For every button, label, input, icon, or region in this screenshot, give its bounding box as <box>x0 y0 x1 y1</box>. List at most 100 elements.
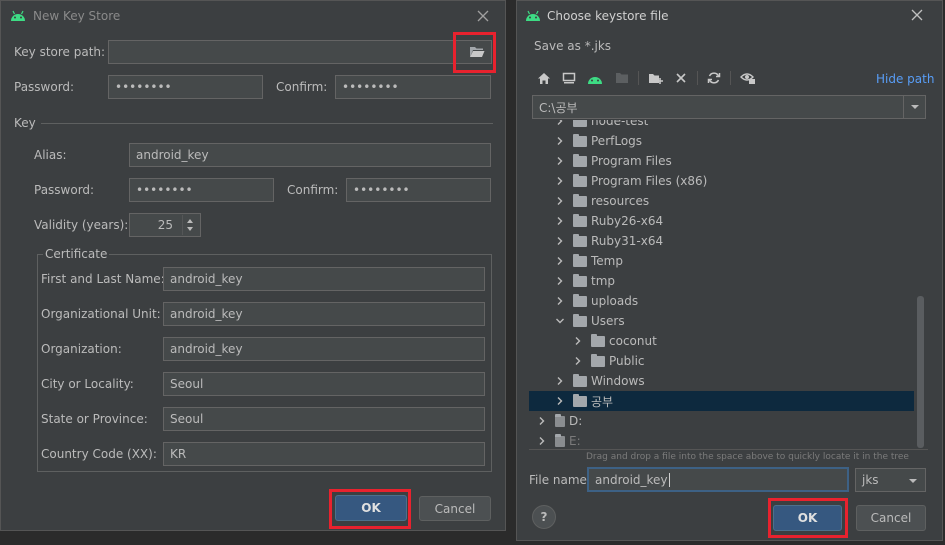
chevron-right-icon[interactable] <box>555 396 565 406</box>
tree-row-label: Program Files (x86) <box>591 174 708 188</box>
tree-row-label: Ruby31-x64 <box>591 234 664 248</box>
android-icon <box>526 10 540 21</box>
refresh-icon[interactable] <box>706 70 722 86</box>
state-input[interactable]: Seoul <box>163 407 485 431</box>
project-android-icon[interactable] <box>587 70 603 86</box>
show-hidden-icon[interactable] <box>740 70 756 86</box>
chevron-right-icon[interactable] <box>555 236 565 246</box>
new-folder-icon[interactable] <box>648 70 664 86</box>
chevron-right-icon[interactable] <box>573 356 583 366</box>
path-dropdown-button[interactable] <box>903 96 925 118</box>
tree-row-label: Windows <box>591 374 645 388</box>
file-tree[interactable]: node-test PerfLogs Program Files Program Fi… <box>529 120 928 450</box>
chevron-right-icon[interactable] <box>555 216 565 226</box>
scrollbar-thumb[interactable] <box>917 296 924 448</box>
chevron-right-icon[interactable] <box>555 156 565 166</box>
text-caret <box>668 472 670 487</box>
folder-icon <box>573 393 587 407</box>
folder-icon <box>591 353 605 367</box>
tree-row[interactable]: uploads <box>529 291 914 311</box>
path-input[interactable]: C:\공부 <box>532 95 926 119</box>
cancel-button[interactable]: Cancel <box>419 496 491 521</box>
tree-row[interactable]: Users <box>529 311 914 331</box>
tree-row[interactable]: Windows <box>529 371 914 391</box>
alias-input[interactable]: android_key <box>129 143 491 167</box>
tree-row[interactable]: coconut <box>529 331 914 351</box>
validity-label: Validity (years): <box>34 218 129 232</box>
close-icon[interactable] <box>909 7 925 23</box>
organizational-unit-input[interactable]: android_key <box>163 302 485 326</box>
close-icon[interactable] <box>475 8 491 24</box>
city-input[interactable]: Seoul <box>163 372 485 396</box>
title-bar: New Key Store <box>1 1 505 31</box>
organization-label: Organization: <box>41 342 122 356</box>
dialog-title: Choose keystore file <box>547 9 669 23</box>
tree-row[interactable]: PerfLogs <box>529 131 914 151</box>
tree-row[interactable]: node-test <box>529 120 914 131</box>
key-group-label: Key <box>14 116 36 130</box>
tree-row[interactable]: resources <box>529 191 914 211</box>
key-confirm-input[interactable]: •••••••• <box>346 178 491 202</box>
confirm-password-input[interactable]: •••••••• <box>335 75 491 99</box>
tree-row-label: 공부 <box>591 394 614 409</box>
file-name-label: File name: <box>529 473 591 487</box>
tree-row[interactable]: Ruby26-x64 <box>529 211 914 231</box>
folder-icon <box>573 120 587 127</box>
folder-button-highlight <box>453 32 496 73</box>
chevron-down-icon[interactable] <box>555 316 565 326</box>
file-name-input[interactable]: android_key <box>587 467 849 492</box>
tree-row-label: PerfLogs <box>591 134 643 148</box>
tree-row[interactable]: Public <box>529 351 914 371</box>
hide-path-link[interactable]: Hide path <box>876 72 934 86</box>
extension-select[interactable]: jks <box>855 468 926 492</box>
help-button[interactable]: ? <box>532 505 556 529</box>
chevron-right-icon[interactable] <box>555 376 565 386</box>
chevron-right-icon[interactable] <box>555 176 565 186</box>
tree-row[interactable]: Ruby31-x64 <box>529 231 914 251</box>
desktop-icon[interactable] <box>561 70 577 86</box>
home-icon[interactable] <box>536 70 552 86</box>
cancel-button[interactable]: Cancel <box>856 505 926 531</box>
tree-row-label: tmp <box>591 274 616 288</box>
delete-icon[interactable] <box>673 70 689 86</box>
spinner-arrows-icon[interactable] <box>182 215 198 235</box>
tree-row-label: node-test <box>591 120 649 128</box>
folder-icon <box>573 233 587 247</box>
chevron-right-icon[interactable] <box>555 296 565 306</box>
tree-row[interactable]: tmp <box>529 271 914 291</box>
tree-row-label: resources <box>591 194 650 208</box>
chevron-right-icon[interactable] <box>573 336 583 346</box>
key-store-path-input[interactable] <box>108 40 492 64</box>
password-input[interactable]: •••••••• <box>108 75 263 99</box>
tree-row[interactable]: 공부 <box>529 391 914 411</box>
chevron-right-icon[interactable] <box>555 136 565 146</box>
tree-scrollbar[interactable] <box>916 120 926 449</box>
tree-row[interactable]: D: <box>529 411 914 431</box>
first-last-name-input[interactable]: android_key <box>163 267 485 291</box>
chevron-right-icon[interactable] <box>555 276 565 286</box>
drive-icon <box>555 433 565 447</box>
tree-row[interactable]: Program Files (x86) <box>529 171 914 191</box>
folder-icon <box>573 213 587 227</box>
key-password-input[interactable]: •••••••• <box>129 178 274 202</box>
tree-row[interactable]: Program Files <box>529 151 914 171</box>
key-group-divider <box>41 123 493 124</box>
drive-icon <box>555 413 565 427</box>
folder-icon <box>573 193 587 207</box>
chevron-right-icon[interactable] <box>537 416 547 426</box>
alias-label: Alias: <box>34 148 67 162</box>
save-as-hint: Save as *.jks <box>534 39 612 53</box>
chevron-right-icon[interactable] <box>555 120 565 126</box>
title-bar: Choose keystore file <box>517 1 942 31</box>
organization-input[interactable]: android_key <box>163 337 485 361</box>
chevron-right-icon[interactable] <box>537 436 547 446</box>
tree-row[interactable]: Temp <box>529 251 914 271</box>
chevron-right-icon[interactable] <box>555 196 565 206</box>
key-confirm-label: Confirm: <box>287 183 339 197</box>
organizational-unit-label: Organizational Unit: <box>41 307 161 321</box>
country-code-input[interactable]: KR <box>163 442 485 466</box>
tree-row[interactable]: E: <box>529 431 914 449</box>
module-folder-icon[interactable] <box>614 70 630 86</box>
chevron-right-icon[interactable] <box>555 256 565 266</box>
tree-row-label: Ruby26-x64 <box>591 214 664 228</box>
